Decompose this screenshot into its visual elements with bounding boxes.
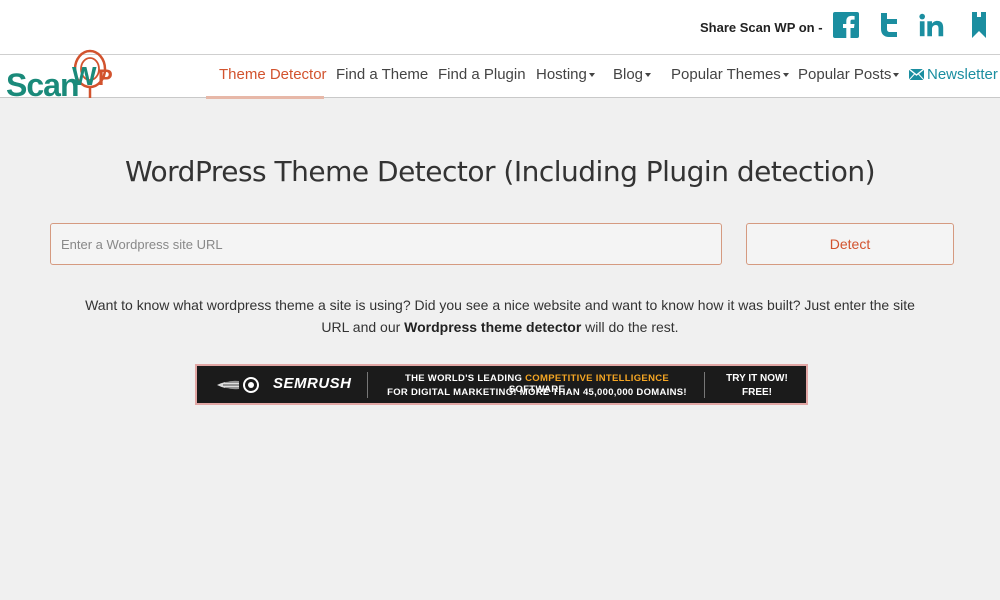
mail-icon [909,69,924,80]
nav-find-a-theme[interactable]: Find a Theme [336,66,428,83]
nav-find-a-plugin[interactable]: Find a Plugin [438,66,526,83]
ad-divider [704,372,705,398]
chevron-down-icon [893,73,900,78]
site-url-input[interactable] [50,223,722,265]
semrush-logo-icon [217,377,259,393]
nav-theme-detector[interactable]: Theme Detector [219,66,327,83]
twitter-icon[interactable] [875,11,903,39]
description-text: Want to know what wordpress theme a site… [80,294,920,338]
description-bold: Wordpress theme detector [404,319,582,335]
nav-newsletter[interactable]: Newsletter [909,66,998,83]
page-title: WordPress Theme Detector (Including Plug… [124,155,876,188]
facebook-icon[interactable] [832,11,860,39]
logo-wp-badge: W P [72,49,113,98]
nav-hosting[interactable]: Hosting [536,66,595,83]
linkedin-icon[interactable] [918,11,946,39]
chevron-down-icon [588,73,595,78]
ad-brand-name: SEMRUSH [273,375,352,392]
share-bar: Share Scan WP on - [0,0,1000,54]
nav-popular-themes[interactable]: Popular Themes [671,66,789,83]
ad-cta-line2: FREE! [742,387,772,398]
nav-popular-posts[interactable]: Popular Posts [798,66,900,83]
ad-headline-highlight: COMPETITIVE INTELLIGENCE [525,373,670,384]
ad-headline-prefix: THE WORLD'S LEADING [404,373,526,384]
chevron-down-icon [782,73,789,78]
nav-hosting-label: Hosting [536,66,587,83]
bookmark-icon[interactable] [965,11,993,39]
ad-subline: FOR DIGITAL MARKETING! MORE THAN 45,000,… [387,387,687,398]
nav-blog[interactable]: Blog [613,66,652,83]
nav-popular-posts-label: Popular Posts [798,66,892,83]
chevron-down-icon [645,73,652,78]
nav-popular-themes-label: Popular Themes [671,66,781,83]
ad-divider [367,372,368,398]
detect-button[interactable]: Detect [746,223,954,265]
nav-blog-label: Blog [613,66,644,83]
active-tab-indicator [206,96,324,99]
nav-newsletter-label: Newsletter [927,66,998,83]
main-navbar: Scan W P Theme Detector Find a Theme Fin… [0,49,1000,103]
semrush-ad-banner[interactable]: SEMRUSH THE WORLD'S LEADING COMPETITIVE … [195,364,808,405]
ad-cta-line1: TRY IT NOW! [726,373,788,384]
svg-text:P: P [98,65,113,90]
description-part2: will do the rest. [581,319,679,335]
svg-text:W: W [72,61,97,91]
scanwp-logo[interactable]: Scan W P [6,49,116,103]
share-label: Share Scan WP on - [700,20,823,35]
